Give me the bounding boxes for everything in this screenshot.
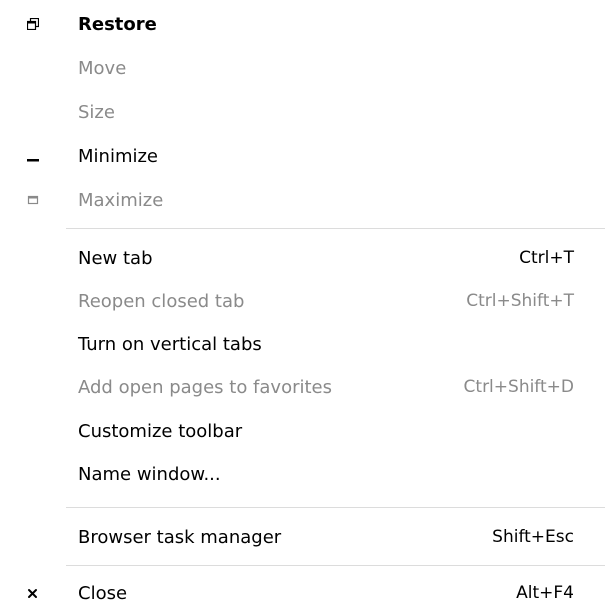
menu-separator (66, 507, 605, 508)
menu-item-close[interactable]: Close Alt+F4 (0, 573, 605, 613)
menu-item-label: Browser task manager (78, 526, 282, 548)
shortcut-text: Shift+Esc (492, 527, 574, 547)
window-context-menu: Restore Move Size Minimize Maximize New … (0, 0, 605, 613)
menu-item-name-window[interactable]: Name window... (0, 454, 605, 494)
menu-item-label: Customize toolbar (78, 420, 243, 442)
menu-separator (66, 228, 605, 229)
menu-item-label: Name window... (78, 463, 221, 485)
menu-item-label: Reopen closed tab (78, 290, 245, 312)
menu-item-size[interactable]: Size (0, 92, 605, 132)
menu-item-move[interactable]: Move (0, 48, 605, 88)
menu-item-minimize[interactable]: Minimize (0, 136, 605, 176)
menu-separator (66, 565, 605, 566)
menu-item-add-to-favorites[interactable]: Add open pages to favorites Ctrl+Shift+D (0, 367, 605, 407)
menu-item-label: Restore (78, 13, 157, 35)
menu-item-label: Maximize (78, 189, 164, 211)
menu-item-restore[interactable]: Restore (0, 4, 605, 44)
menu-item-label: Turn on vertical tabs (78, 333, 262, 355)
menu-item-reopen-closed-tab[interactable]: Reopen closed tab Ctrl+Shift+T (0, 281, 605, 321)
menu-item-label: Add open pages to favorites (78, 376, 333, 398)
menu-item-vertical-tabs[interactable]: Turn on vertical tabs (0, 324, 605, 364)
restore-icon (0, 4, 66, 44)
menu-item-label: Minimize (78, 145, 158, 167)
shortcut-text: Ctrl+Shift+T (466, 291, 574, 311)
menu-item-maximize[interactable]: Maximize (0, 180, 605, 220)
shortcut-text: Ctrl+Shift+D (463, 377, 574, 397)
menu-item-customize-toolbar[interactable]: Customize toolbar (0, 411, 605, 451)
menu-item-label: New tab (78, 247, 153, 269)
maximize-icon (0, 180, 66, 220)
menu-item-new-tab[interactable]: New tab Ctrl+T (0, 238, 605, 278)
close-icon (0, 573, 66, 613)
menu-item-label: Close (78, 582, 128, 604)
minimize-icon (0, 136, 66, 176)
shortcut-text: Ctrl+T (519, 248, 574, 268)
menu-item-task-manager[interactable]: Browser task manager Shift+Esc (0, 517, 605, 557)
menu-item-label: Size (78, 101, 115, 123)
shortcut-text: Alt+F4 (516, 583, 574, 603)
menu-item-label: Move (78, 57, 127, 79)
